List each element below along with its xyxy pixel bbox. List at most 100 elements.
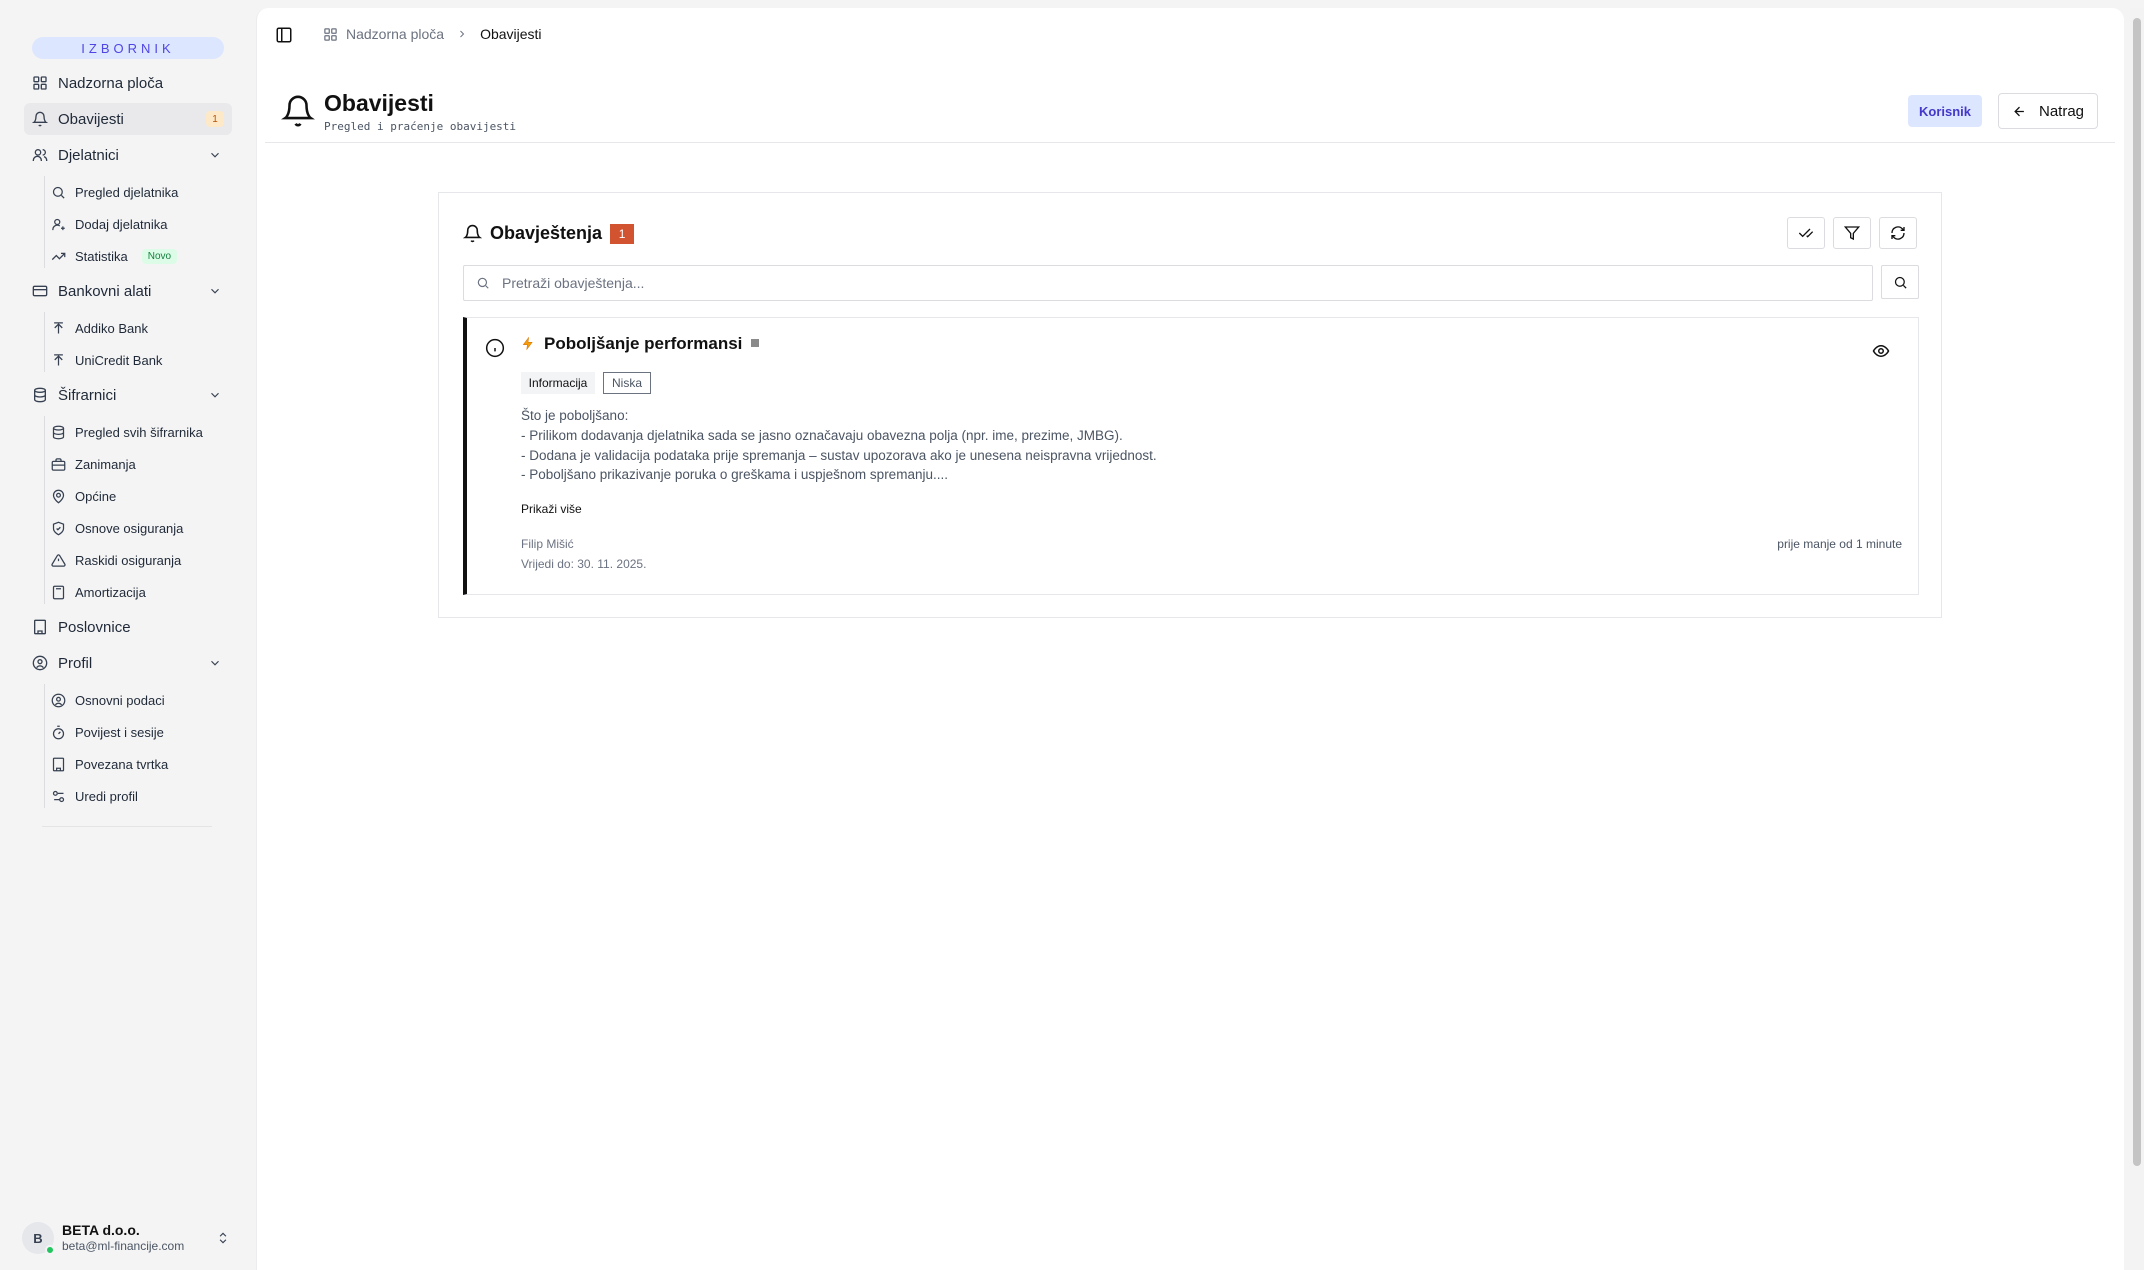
show-more-link[interactable]: Prikaži više <box>521 502 582 516</box>
eye-icon[interactable] <box>1872 342 1890 360</box>
account-switcher[interactable]: B BETA d.o.o. beta@ml-financije.com <box>22 1218 238 1258</box>
search-field[interactable] <box>463 265 1873 301</box>
breadcrumb-link-dashboard[interactable]: Nadzorna ploča <box>346 26 444 42</box>
trending-up-icon <box>51 252 66 260</box>
users-icon <box>32 149 48 161</box>
chevron-down-icon[interactable] <box>208 284 222 298</box>
sidebar-subitem-history-sessions[interactable]: Povijest i sesije <box>51 717 164 747</box>
sidebar-item-label: Šifrarnici <box>58 386 117 404</box>
sidebar-subitem-edit-profile[interactable]: Uredi profil <box>51 781 138 811</box>
notifications-card-header: Obavještenja 1 <box>463 223 635 244</box>
map-pin-icon <box>52 489 65 504</box>
page-subtitle: Pregled i praćenje obavijesti <box>324 120 517 133</box>
user-plus-icon <box>52 218 65 230</box>
bell-icon <box>463 224 482 243</box>
chevron-down-icon[interactable] <box>208 656 222 670</box>
sidebar-item-bank-tools[interactable]: Bankovni alati <box>24 275 232 307</box>
unread-count-badge: 1 <box>610 223 635 244</box>
sidebar-subitem-insurance-terminations[interactable]: Raskidi osiguranja <box>51 545 181 575</box>
sidebar-subitem-label: Općine <box>75 488 117 504</box>
sidebar-subitem-linked-company[interactable]: Povezana tvrtka <box>51 749 168 779</box>
dashboard-icon <box>33 76 47 90</box>
back-button-label: Natrag <box>2038 102 2085 120</box>
search-icon <box>477 277 489 289</box>
priority-tag: Niska <box>603 372 651 394</box>
upload-icon <box>54 321 63 333</box>
refresh-button[interactable] <box>1879 217 1917 249</box>
search-icon <box>1894 276 1907 289</box>
online-status-dot <box>45 1245 55 1255</box>
chevron-down-icon[interactable] <box>208 388 222 402</box>
refresh-icon <box>1891 226 1905 240</box>
filter-button[interactable] <box>1833 217 1871 249</box>
sidebar-subitem-depreciation[interactable]: Amortizacija <box>51 577 146 607</box>
sidebar-item-dashboard[interactable]: Nadzorna ploča <box>24 67 232 99</box>
sidebar-subitem-employee-overview[interactable]: Pregled djelatnika <box>51 177 178 207</box>
sidebar-item-codebooks[interactable]: Šifrarnici <box>24 379 232 411</box>
dashboard-icon <box>324 27 337 41</box>
sidebar-item-label: Djelatnici <box>58 146 119 164</box>
sidebar-subitem-label: Zanimanja <box>75 456 136 472</box>
sidebar-subitem-label: Addiko Bank <box>75 320 148 336</box>
check-check-icon <box>1798 228 1814 238</box>
shield-check-icon <box>52 521 65 535</box>
search-icon <box>52 186 65 199</box>
sidebar-subitem-label: Statistika <box>75 248 128 264</box>
sidebar-subitem-label: Povezana tvrtka <box>75 756 169 772</box>
sidebar-subitem-all-codebooks[interactable]: Pregled svih šifrarnika <box>51 417 203 447</box>
sidebar-subitem-statistics[interactable]: Statistika Novo <box>51 241 178 271</box>
sidebar-item-label: Nadzorna ploča <box>58 74 164 92</box>
back-button[interactable]: Natrag <box>1998 93 2098 129</box>
sidebar-subitem-label: Pregled svih šifrarnika <box>75 424 203 440</box>
sidebar-item-label: Poslovnice <box>58 618 131 636</box>
sidebar-item-offices[interactable]: Poslovnice <box>24 611 232 643</box>
scrollbar-thumb[interactable] <box>2133 18 2141 1166</box>
credit-card-icon <box>32 285 48 297</box>
lightning-icon <box>522 336 533 351</box>
sidebar-item-profile[interactable]: Profil <box>24 647 232 679</box>
notification-valid-until: Vrijedi do: 30. 11. 2025. <box>521 557 647 571</box>
sidebar-subitem-insurance-bases[interactable]: Osnove osiguranja <box>51 513 183 543</box>
sidebar-subitem-occupations[interactable]: Zanimanja <box>51 449 136 479</box>
mark-all-read-button[interactable] <box>1787 217 1825 249</box>
search-input[interactable] <box>502 275 1862 291</box>
sidebar-subitem-label: Povijest i sesije <box>75 724 164 740</box>
sidebar-toggle-icon[interactable] <box>275 26 293 44</box>
notification-title-row: Poboljšanje performansi <box>544 334 760 354</box>
bell-icon <box>281 95 315 127</box>
account-email: beta@ml-financije.com <box>62 1239 185 1254</box>
notifications-card: Obavještenja 1 Poboljšanje performansi <box>438 192 1942 618</box>
sidebar-item-employees[interactable]: Djelatnici <box>24 139 232 171</box>
chevrons-up-down-icon <box>219 1232 227 1244</box>
new-badge: Novo <box>141 248 178 264</box>
unread-indicator <box>751 338 760 347</box>
notification-timestamp: prije manje od 1 minute <box>1777 537 1902 551</box>
sidebar-subitem-unicredit-bank[interactable]: UniCredit Bank <box>51 345 162 375</box>
avatar-initial: B <box>33 1230 43 1246</box>
sidebar-divider <box>42 826 212 827</box>
building-icon <box>34 619 46 635</box>
submenu-guide-line <box>44 416 45 604</box>
sidebar-subitem-label: UniCredit Bank <box>75 352 163 368</box>
notification-author: Filip Mišić <box>521 537 574 551</box>
category-tag: Informacija <box>521 372 595 394</box>
sidebar-subitem-add-employee[interactable]: Dodaj djelatnika <box>51 209 168 239</box>
user-circle-icon <box>51 693 66 707</box>
submenu-guide-line <box>44 176 45 268</box>
role-badge: Korisnik <box>1908 95 1982 127</box>
sidebar-section-title: IZBORNIK <box>32 37 224 59</box>
database-icon <box>52 425 65 439</box>
breadcrumb-current: Obavijesti <box>480 26 542 42</box>
chevron-right-icon <box>460 30 465 38</box>
search-button[interactable] <box>1881 265 1919 299</box>
database-icon <box>34 387 46 403</box>
chevron-down-icon[interactable] <box>208 148 222 162</box>
sidebar-item-notifications[interactable]: Obavijesti 1 <box>24 103 232 135</box>
sliders-icon <box>52 790 65 802</box>
sidebar-subitem-municipalities[interactable]: Općine <box>51 481 116 511</box>
timer-icon <box>52 725 65 739</box>
notifications-count-badge: 1 <box>206 111 224 127</box>
sidebar-subitem-basic-data[interactable]: Osnovni podaci <box>51 685 165 715</box>
notification-item[interactable]: Poboljšanje performansi Informacija Nisk… <box>463 317 1919 595</box>
sidebar-subitem-addiko-bank[interactable]: Addiko Bank <box>51 313 148 343</box>
